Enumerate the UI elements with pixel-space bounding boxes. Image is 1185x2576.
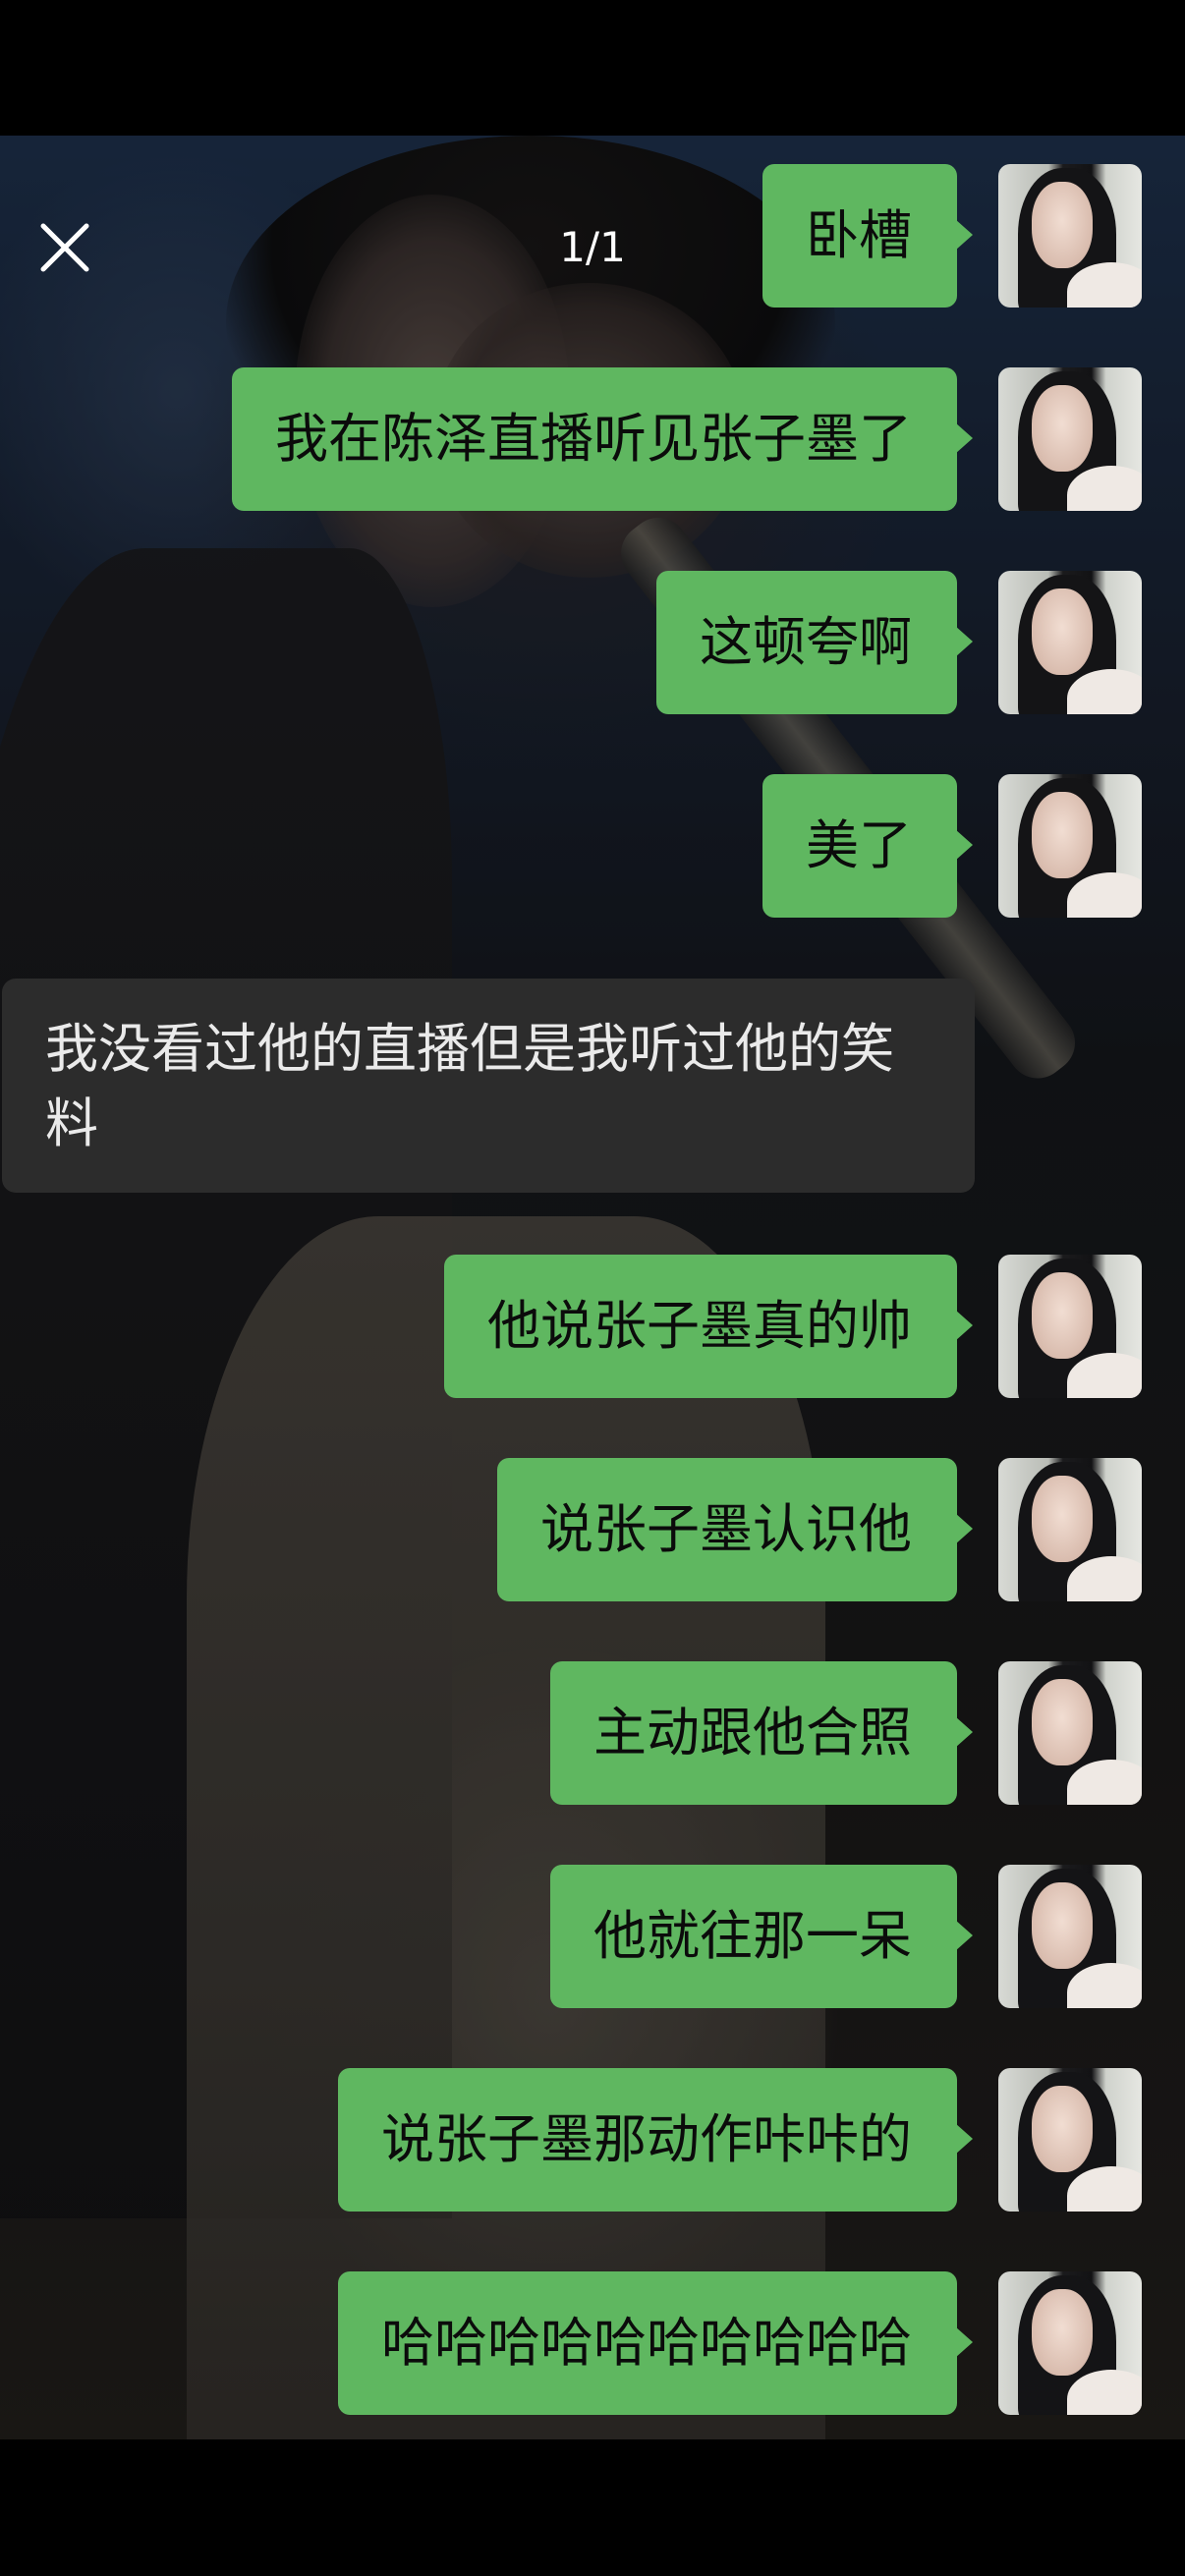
- avatar[interactable]: [998, 774, 1142, 918]
- chat-bubble-received[interactable]: 我没看过他的直播但是我听过他的笑料: [2, 979, 975, 1193]
- chat-bubble-sent[interactable]: 他说张子墨真的帅: [444, 1255, 973, 1398]
- avatar[interactable]: [998, 1661, 1142, 1805]
- chat-bubble-sent[interactable]: 我在陈泽直播听见张子墨了: [232, 367, 973, 511]
- chat-bubble-sent[interactable]: 说张子墨那动作咔咔的: [338, 2068, 973, 2212]
- avatar[interactable]: [998, 1255, 1142, 1398]
- close-button[interactable]: [35, 218, 94, 277]
- chat-bubble-sent[interactable]: 他就往那一呆: [550, 1865, 973, 2008]
- chat-bubble-sent[interactable]: 这顿夸啊: [656, 571, 973, 714]
- avatar[interactable]: [998, 2271, 1142, 2415]
- chat-bubble-sent[interactable]: 哈哈哈哈哈哈哈哈哈哈: [338, 2271, 973, 2415]
- chat-bubble-sent[interactable]: 主动跟他合照: [550, 1661, 973, 1805]
- avatar[interactable]: [998, 1458, 1142, 1601]
- page-counter: 1/1: [559, 223, 626, 271]
- avatar[interactable]: [998, 2068, 1142, 2212]
- image-viewer: 1/1 卧槽 我在陈泽直播听见张子墨了 这顿夸啊 美了 我没看过他的直播但是我听…: [0, 0, 1185, 2576]
- avatar[interactable]: [998, 1865, 1142, 2008]
- chat-bubble-sent[interactable]: 说张子墨认识他: [497, 1458, 973, 1601]
- chat-bubble-sent[interactable]: 美了: [762, 774, 973, 918]
- avatar[interactable]: [998, 367, 1142, 511]
- avatar[interactable]: [998, 164, 1142, 308]
- close-icon: [40, 223, 89, 272]
- avatar[interactable]: [998, 571, 1142, 714]
- chat-bubble-sent[interactable]: 卧槽: [762, 164, 973, 308]
